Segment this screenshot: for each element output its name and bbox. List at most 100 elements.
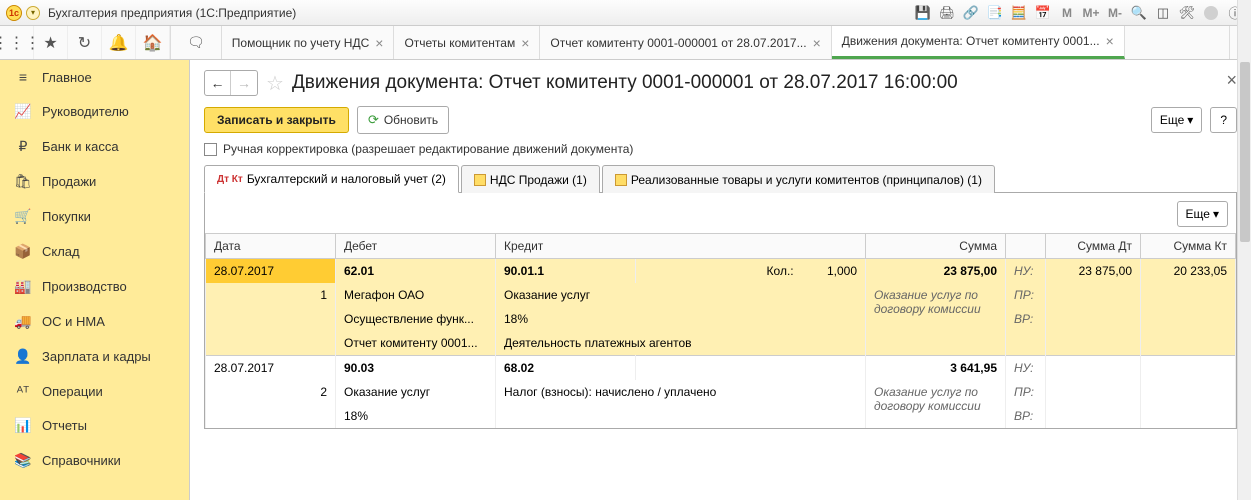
- cell-debit-sub2: Осуществление функ...: [336, 307, 496, 331]
- sidebar-item[interactable]: 🛍Продажи: [0, 164, 189, 199]
- cell-debit-sub1: Оказание услуг: [336, 380, 496, 404]
- mem-mplus-icon[interactable]: M+: [1081, 3, 1101, 23]
- sidebar-item[interactable]: 📚Справочники: [0, 443, 189, 478]
- sidebar-item[interactable]: 📊Отчеты: [0, 408, 189, 443]
- user-icon[interactable]: [1201, 3, 1221, 23]
- table-row[interactable]: 28.07.2017 62.01 90.01.1 Кол.: 1,000 23 …: [206, 259, 1236, 284]
- favorites-icon[interactable]: ★: [34, 26, 68, 59]
- sidebar-item[interactable]: ᴬᵀОперации: [0, 374, 189, 408]
- section-tab-label: НДС Продажи (1): [490, 173, 587, 187]
- sections-menu-icon[interactable]: ⋮⋮⋮: [0, 26, 34, 59]
- col-date[interactable]: Дата: [206, 234, 336, 259]
- cell-debit-sub1: Мегафон ОАО: [336, 283, 496, 307]
- col-credit[interactable]: Кредит: [496, 234, 866, 259]
- refresh-button[interactable]: ⟳ Обновить: [357, 106, 449, 134]
- chevron-down-icon: ▾: [1187, 113, 1193, 127]
- cell-credit-acc: 90.01.1: [496, 259, 636, 284]
- section-tab-label: Реализованные товары и услуги комитентов…: [631, 173, 982, 187]
- link-icon[interactable]: 🔗: [961, 3, 981, 23]
- sidebar-item[interactable]: ₽Банк и касса: [0, 129, 189, 164]
- sidebar-label: Отчеты: [42, 418, 87, 433]
- col-sum[interactable]: Сумма: [866, 234, 1006, 259]
- history-icon[interactable]: ↻: [68, 26, 102, 59]
- table-row[interactable]: Отчет комитенту 0001... Деятельность пла…: [206, 331, 1236, 356]
- document-title: Движения документа: Отчет комитенту 0001…: [292, 72, 958, 94]
- refresh-label: Обновить: [384, 113, 438, 127]
- table-row[interactable]: 28.07.2017 90.03 68.02 3 641,95 НУ:: [206, 356, 1236, 381]
- editor-tab[interactable]: Отчет комитенту 0001-000001 от 28.07.201…: [540, 26, 831, 59]
- mem-mminus-icon[interactable]: M-: [1105, 3, 1125, 23]
- sidebar-item[interactable]: ≡Главное: [0, 60, 189, 94]
- sidebar-icon: 📚: [14, 452, 32, 469]
- calc-icon[interactable]: 🧮: [1009, 3, 1029, 23]
- cell-sumkt: [1141, 356, 1236, 381]
- section-tab[interactable]: Реализованные товары и услуги комитентов…: [602, 165, 995, 193]
- more-button[interactable]: Еще▾: [1151, 107, 1202, 133]
- cell-credit-sub2: [496, 404, 866, 428]
- vertical-scrollbar[interactable]: [1237, 0, 1251, 500]
- cell-credit-sub2: 18%: [496, 307, 866, 331]
- sidebar-item[interactable]: 📈Руководителю: [0, 94, 189, 129]
- conversations-icon-tab[interactable]: 🗨: [171, 26, 222, 59]
- editor-tab-label: Помощник по учету НДС: [232, 36, 369, 50]
- app-menu-dropdown-icon[interactable]: ▾: [26, 6, 40, 20]
- favorite-star-icon[interactable]: ☆: [266, 71, 284, 96]
- accounting-table: Дата Дебет Кредит Сумма Сумма Дт Сумма К…: [205, 233, 1236, 428]
- close-icon[interactable]: ×: [1106, 33, 1114, 49]
- cell-sumdt: 23 875,00: [1046, 259, 1141, 284]
- table-row[interactable]: Осуществление функ... 18% ВР:: [206, 307, 1236, 331]
- cell-sumdt: [1046, 356, 1141, 381]
- sidebar-item[interactable]: 👤Зарплата и кадры: [0, 339, 189, 374]
- save-icon[interactable]: 💾: [913, 3, 933, 23]
- section-tab[interactable]: Дт КтБухгалтерский и налоговый учет (2): [204, 165, 459, 193]
- cell-debit-sub2: 18%: [336, 404, 496, 428]
- notifications-icon[interactable]: 🔔: [102, 26, 136, 59]
- window-title: Бухгалтерия предприятия (1С:Предприятие): [44, 6, 296, 20]
- cell-pr-label: ПР:: [1006, 283, 1046, 307]
- editor-tab-label: Движения документа: Отчет комитенту 0001…: [842, 34, 1100, 48]
- col-flag[interactable]: [1006, 234, 1046, 259]
- sidebar-icon: 🏭: [14, 278, 32, 295]
- manual-correction-checkbox[interactable]: [204, 143, 217, 156]
- table-row[interactable]: 1 Мегафон ОАО Оказание услуг Оказание ус…: [206, 283, 1236, 307]
- cell-n: 1: [206, 283, 336, 307]
- close-icon[interactable]: ×: [813, 35, 821, 51]
- home-icon[interactable]: 🏠: [136, 26, 170, 59]
- compare-icon[interactable]: 📑: [985, 3, 1005, 23]
- col-sumkt[interactable]: Сумма Кт: [1141, 234, 1236, 259]
- sidebar-label: Главное: [42, 70, 92, 85]
- sidebar-label: Банк и касса: [42, 139, 119, 154]
- save-and-close-button[interactable]: Записать и закрыть: [204, 107, 349, 133]
- sidebar-item[interactable]: 🏭 Производство: [0, 269, 189, 304]
- grid-more-button[interactable]: Еще▾: [1177, 201, 1228, 227]
- editor-tab[interactable]: Движения документа: Отчет комитенту 0001…: [832, 26, 1125, 59]
- close-icon[interactable]: ×: [375, 35, 383, 51]
- close-icon[interactable]: ×: [521, 35, 529, 51]
- table-row[interactable]: 18% ВР:: [206, 404, 1236, 428]
- sidebar-icon: ᴬᵀ: [14, 383, 32, 399]
- sidebar-item[interactable]: 📦Склад: [0, 234, 189, 269]
- tab-icon: [615, 174, 627, 186]
- sidebar-item[interactable]: 🛒Покупки: [0, 199, 189, 234]
- close-icon[interactable]: ×: [1226, 70, 1237, 91]
- col-sumdt[interactable]: Сумма Дт: [1046, 234, 1141, 259]
- col-debit[interactable]: Дебет: [336, 234, 496, 259]
- editor-tab[interactable]: Помощник по учету НДС ×: [222, 26, 395, 59]
- mem-m-icon[interactable]: M: [1057, 3, 1077, 23]
- editor-tabs-bar: ⋮⋮⋮ ★ ↻ 🔔 🏠 🗨 Помощник по учету НДС×Отче…: [0, 26, 1251, 60]
- section-tabs: Дт КтБухгалтерский и налоговый учет (2) Н…: [204, 164, 1237, 193]
- editor-tab[interactable]: Отчеты комитентам×: [394, 26, 540, 59]
- section-tab[interactable]: НДС Продажи (1): [461, 165, 600, 193]
- sidebar-item[interactable]: 🚚ОС и НМА: [0, 304, 189, 339]
- print-icon[interactable]: 🖨: [937, 3, 957, 23]
- panel-icon[interactable]: ◫: [1153, 3, 1173, 23]
- table-row[interactable]: 2 Оказание услуг Налог (взносы): начисле…: [206, 380, 1236, 404]
- nav-back-button[interactable]: ←: [205, 71, 231, 95]
- help-button[interactable]: ?: [1210, 107, 1237, 133]
- calendar-icon[interactable]: 📅: [1033, 3, 1053, 23]
- search-icon[interactable]: 🔍: [1129, 3, 1149, 23]
- sidebar-icon: 🛍: [14, 173, 32, 190]
- tools-icon[interactable]: 🛠: [1177, 3, 1197, 23]
- sidebar-label: Производство: [42, 279, 127, 294]
- cell-n: 2: [206, 380, 336, 404]
